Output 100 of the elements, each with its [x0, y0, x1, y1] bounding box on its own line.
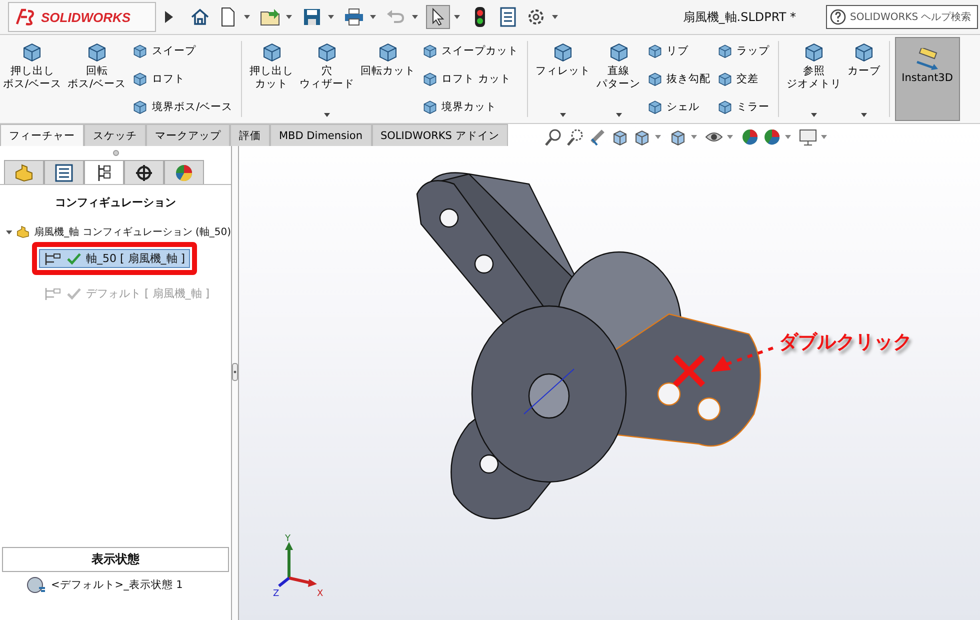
- ribbon-button[interactable]: 回転 ボス/ベース: [64, 37, 130, 121]
- ribbon-button[interactable]: ラップ: [714, 42, 773, 60]
- ribbon-button[interactable]: 穴 ウィザード: [296, 37, 358, 121]
- ribbon-button[interactable]: 境界カット: [418, 98, 522, 116]
- ribbon-button[interactable]: ミラー: [714, 98, 773, 116]
- cube-icon: [422, 71, 438, 87]
- appearance-icon[interactable]: [741, 128, 759, 146]
- axis-triad-drawing: [278, 542, 317, 588]
- ribbon-button[interactable]: 参照 ジオメトリ: [784, 37, 845, 121]
- caret-icon[interactable]: [560, 113, 566, 117]
- ribbon-button[interactable]: 直線 パターン: [594, 37, 644, 121]
- expand-triangle-icon[interactable]: [6, 228, 12, 236]
- toolbar-button[interactable]: [426, 5, 450, 29]
- panel-tab[interactable]: [84, 160, 124, 184]
- caret-icon[interactable]: [412, 15, 418, 19]
- axis-label: X: [317, 589, 324, 598]
- solidworks-logo[interactable]: SOLIDWORKS: [8, 2, 156, 32]
- cube-icon: [552, 41, 574, 63]
- crosshair-icon: [134, 162, 154, 182]
- annotation-text: ダブルクリック: [779, 330, 912, 355]
- cube-icon: [422, 43, 438, 59]
- color-ball-icon: [174, 162, 194, 182]
- zoom-fit-icon[interactable]: [545, 128, 563, 146]
- splitter-handle-icon[interactable]: [112, 150, 118, 156]
- monitor-icon[interactable]: [799, 128, 817, 146]
- caret-icon[interactable]: [811, 113, 818, 117]
- block-icon: [14, 162, 34, 182]
- caret-icon[interactable]: [616, 113, 622, 117]
- display-states-header: 表示状態: [2, 547, 229, 572]
- list-icon: [54, 162, 74, 182]
- caret-icon[interactable]: [552, 15, 558, 19]
- ribbon-tab[interactable]: SOLIDWORKS アドイン: [372, 124, 508, 146]
- tree-node-icon: [44, 252, 62, 266]
- caret-icon[interactable]: [454, 15, 460, 19]
- caret-icon[interactable]: [861, 113, 868, 117]
- ribbon-tab[interactable]: スケッチ: [84, 124, 146, 146]
- cube-icon: [377, 41, 400, 63]
- ribbon-tab[interactable]: フィーチャー: [0, 124, 84, 146]
- cube-icon: [316, 41, 338, 63]
- scene-icon[interactable]: [763, 128, 781, 146]
- display-style-icon[interactable]: [669, 128, 687, 146]
- cube-icon: [803, 41, 826, 63]
- cube-icon: [853, 41, 876, 63]
- ds-logo-icon: [15, 8, 37, 26]
- caret-icon[interactable]: [244, 15, 250, 19]
- ribbon-button[interactable]: フィレット: [532, 37, 594, 121]
- ribbon-button[interactable]: 境界ボス/ベース: [129, 98, 236, 116]
- home-icon: [190, 7, 210, 27]
- help-search-field[interactable]: SOLIDWORKS ヘルプ検索: [826, 5, 978, 29]
- document-title: 扇風機_軸.SLDPRT *: [682, 8, 796, 26]
- configuration-item[interactable]: 軸_50 [ 扇風機_軸 ]: [39, 249, 190, 268]
- ribbon-button[interactable]: 回転カット: [358, 37, 419, 121]
- tree-node-icon: [44, 286, 62, 300]
- settings-icon: [526, 7, 546, 27]
- display-state-item[interactable]: <デフォルト>_表示状態 1: [0, 572, 231, 620]
- ribbon-tab[interactable]: マークアップ: [146, 124, 230, 146]
- caret-icon[interactable]: [328, 15, 334, 19]
- zoom-area-icon[interactable]: [567, 128, 585, 146]
- logo-text: SOLIDWORKS: [41, 10, 131, 24]
- block-icon: [16, 224, 30, 240]
- cube-icon: [716, 71, 733, 87]
- printer-icon: [344, 7, 364, 27]
- view-orientation-icon[interactable]: [633, 128, 651, 146]
- caret-icon[interactable]: [286, 15, 292, 19]
- list-icon: [498, 7, 518, 27]
- cube-icon: [132, 99, 148, 115]
- instant3d-button[interactable]: Instant3D: [894, 37, 960, 121]
- ribbon-button[interactable]: 抜き勾配: [644, 70, 714, 88]
- sphere-icon: [26, 576, 46, 594]
- cube-icon: [716, 43, 733, 59]
- section-view-icon[interactable]: [611, 128, 629, 146]
- panel-tab[interactable]: [44, 160, 84, 184]
- caret-icon[interactable]: [370, 15, 376, 19]
- panel-tab[interactable]: [124, 160, 164, 184]
- expand-arrow-icon[interactable]: [164, 10, 174, 24]
- cube-icon: [646, 43, 663, 59]
- ribbon-button[interactable]: 押し出し ボス/ベース: [0, 37, 65, 121]
- cube-icon: [646, 71, 663, 87]
- cube-icon: [86, 41, 108, 63]
- caret-icon[interactable]: [324, 113, 330, 117]
- panel-title: コンフィギュレーション: [54, 195, 177, 211]
- panel-collapse-handle-icon[interactable]: [232, 363, 238, 381]
- cube-icon: [21, 41, 44, 63]
- ribbon-button[interactable]: ロフト カット: [418, 70, 522, 88]
- tree-item[interactable]: 扇風機_軸 コンフィギュレーション (軸_50): [34, 225, 231, 239]
- ribbon-button[interactable]: リブ: [644, 42, 714, 60]
- ribbon-tab[interactable]: MBD Dimension: [270, 124, 372, 146]
- ruler-arrow-icon: [914, 48, 940, 70]
- ribbon-button[interactable]: スイープカット: [418, 42, 522, 60]
- ribbon-tab[interactable]: 評価: [230, 124, 270, 146]
- previous-view-icon[interactable]: [589, 128, 607, 146]
- folder-icon: [260, 7, 280, 27]
- save-icon: [302, 7, 322, 27]
- ribbon-button[interactable]: スイープ: [129, 42, 236, 60]
- axis-label: Y: [285, 534, 290, 544]
- ribbon-button[interactable]: 押し出し カット: [246, 37, 297, 121]
- ribbon-button[interactable]: カーブ: [844, 37, 884, 121]
- ribbon-button[interactable]: シェル: [644, 98, 714, 116]
- ribbon-button[interactable]: ロフト: [129, 70, 236, 88]
- ribbon-button[interactable]: 交差: [714, 70, 773, 88]
